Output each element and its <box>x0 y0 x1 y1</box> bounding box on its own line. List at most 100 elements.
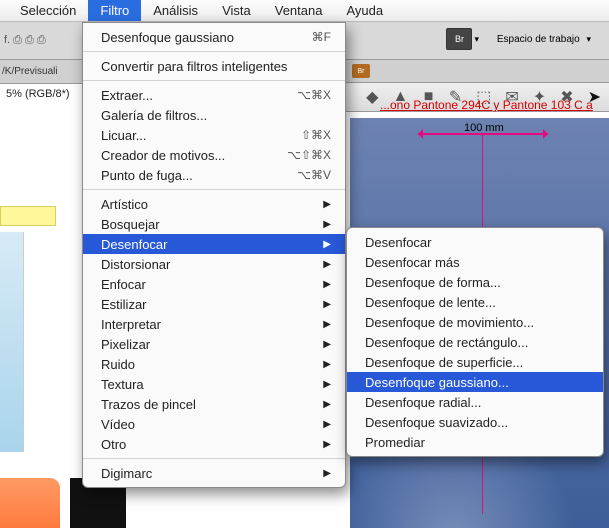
desenfocar-submenu: DesenfocarDesenfocar más Desenfoque de fo… <box>346 227 604 457</box>
submenu-item[interactable]: Desenfoque de forma... <box>347 272 603 292</box>
thumbnail <box>0 232 24 452</box>
menu-item-label: Otro <box>101 437 323 452</box>
chevron-right-icon: ▶ <box>323 199 331 210</box>
menu-item-label: Desenfoque gaussiano... <box>365 375 589 390</box>
menu-ayuda[interactable]: Ayuda <box>334 0 395 21</box>
menu-vista[interactable]: Vista <box>210 0 263 21</box>
menu-item[interactable]: Extraer... ⌥⌘X <box>83 85 345 105</box>
tool-icon[interactable]: ◆ <box>366 86 379 108</box>
menu-item-label: Desenfoque de forma... <box>365 275 589 290</box>
menu-item-label: Digimarc <box>101 466 323 481</box>
submenu-item[interactable]: Desenfoque de lente... <box>347 292 603 312</box>
filtro-menu: Desenfoque gaussiano ⌘F Convertir para f… <box>82 22 346 488</box>
menu-ventana[interactable]: Ventana <box>263 0 335 21</box>
chevron-right-icon: ▶ <box>323 399 331 410</box>
shortcut-label: ⇧⌘X <box>301 128 331 142</box>
menu-item-label: Galería de filtros... <box>101 108 331 123</box>
chevron-right-icon: ▶ <box>323 259 331 270</box>
submenu-item[interactable]: Desenfoque de superficie... <box>347 352 603 372</box>
chevron-down-icon: ▾ <box>474 34 479 45</box>
menu-item[interactable]: Otro▶ <box>83 434 345 454</box>
menu-item-label: Convertir para filtros inteligentes <box>101 59 331 74</box>
submenu-item[interactable]: Desenfocar más <box>347 252 603 272</box>
submenu-item[interactable]: Desenfoque radial... <box>347 392 603 412</box>
menu-item-label: Interpretar <box>101 317 323 332</box>
menu-item-label: Desenfocar <box>101 237 323 252</box>
chevron-right-icon: ▶ <box>323 379 331 390</box>
menu-item[interactable]: Bosquejar▶ <box>83 214 345 234</box>
menu-item-label: Ruido <box>101 357 323 372</box>
menu-item[interactable]: Pixelizar▶ <box>83 334 345 354</box>
menu-item-label: Desenfoque de lente... <box>365 295 589 310</box>
separator <box>83 458 345 459</box>
bridge-icon: Br <box>446 28 472 50</box>
workspace-switcher[interactable]: Espacio de trabajo ▾ <box>497 34 591 45</box>
menu-item-label: Trazos de pincel <box>101 397 323 412</box>
menu-item-label: Estilizar <box>101 297 323 312</box>
menu-item[interactable]: Distorsionar▶ <box>83 254 345 274</box>
menu-item-label: Licuar... <box>101 128 289 143</box>
mini-bridge-icon[interactable]: Br <box>352 64 370 78</box>
menu-item-label: Pixelizar <box>101 337 323 352</box>
shortcut-label: ⌘F <box>312 30 331 44</box>
menu-item[interactable]: Interpretar▶ <box>83 314 345 334</box>
menu-item-label: Promediar <box>365 435 589 450</box>
submenu-item[interactable]: Promediar <box>347 432 603 452</box>
document-info: 5% (RGB/8*) <box>0 84 76 104</box>
chevron-right-icon: ▶ <box>323 239 331 250</box>
chevron-down-icon: ▾ <box>586 34 591 44</box>
chevron-right-icon: ▶ <box>323 419 331 430</box>
menu-item-label: Desenfoque gaussiano <box>101 30 300 45</box>
menu-item[interactable]: Artístico▶ <box>83 194 345 214</box>
menu-item[interactable]: Enfocar▶ <box>83 274 345 294</box>
shortcut-label: ⌥⌘X <box>297 88 331 102</box>
separator <box>83 189 345 190</box>
menu-item[interactable]: Vídeo▶ <box>83 414 345 434</box>
shortcut-label: ⌥⇧⌘X <box>287 148 331 162</box>
chevron-right-icon: ▶ <box>323 279 331 290</box>
submenu-item[interactable]: Desenfocar <box>347 232 603 252</box>
menu-item-digimarc[interactable]: Digimarc ▶ <box>83 463 345 483</box>
menu-item-label: Creador de motivos... <box>101 148 275 163</box>
menu-analisis[interactable]: Análisis <box>141 0 210 21</box>
menu-item[interactable]: Punto de fuga... ⌥⌘V <box>83 165 345 185</box>
menu-item-label: Extraer... <box>101 88 285 103</box>
menu-item-label: Desenfoque radial... <box>365 395 589 410</box>
menu-item[interactable]: Galería de filtros... <box>83 105 345 125</box>
menu-item[interactable]: Ruido▶ <box>83 354 345 374</box>
chevron-right-icon: ▶ <box>323 439 331 450</box>
menu-item-label: Vídeo <box>101 417 323 432</box>
chevron-right-icon: ▶ <box>323 339 331 350</box>
menu-item[interactable]: Licuar... ⇧⌘X <box>83 125 345 145</box>
thumbnail <box>0 478 60 528</box>
submenu-item[interactable]: Desenfoque suavizado... <box>347 412 603 432</box>
menu-item-label: Distorsionar <box>101 257 323 272</box>
menu-item[interactable]: Trazos de pincel▶ <box>83 394 345 414</box>
menu-item-label: Artístico <box>101 197 323 212</box>
left-panel: x <box>0 120 80 528</box>
bridge-button[interactable]: Br ▾ <box>446 28 479 50</box>
menu-item[interactable]: Estilizar▶ <box>83 294 345 314</box>
separator <box>83 80 345 81</box>
menu-item[interactable]: Creador de motivos... ⌥⇧⌘X <box>83 145 345 165</box>
submenu-item[interactable]: Desenfoque de rectángulo... <box>347 332 603 352</box>
chevron-right-icon: ▶ <box>323 299 331 310</box>
menu-item-convert[interactable]: Convertir para filtros inteligentes <box>83 56 345 76</box>
menu-item[interactable]: Desenfocar▶ <box>83 234 345 254</box>
chevron-right-icon: ▶ <box>323 319 331 330</box>
menu-item-label: Desenfoque de movimiento... <box>365 315 589 330</box>
menu-item-last-filter[interactable]: Desenfoque gaussiano ⌘F <box>83 27 345 47</box>
menu-item-label: Desenfoque suavizado... <box>365 415 589 430</box>
menu-filtro[interactable]: Filtro <box>88 0 141 21</box>
submenu-item[interactable]: Desenfoque de movimiento... <box>347 312 603 332</box>
menu-item-label: Enfocar <box>101 277 323 292</box>
chevron-right-icon: ▶ <box>323 359 331 370</box>
shortcut-label: ⌥⌘V <box>297 168 331 182</box>
note-icon <box>0 206 56 226</box>
menu-seleccion[interactable]: Selección <box>8 0 88 21</box>
menu-item-label: Textura <box>101 377 323 392</box>
document-tab[interactable]: /K/Previsuali <box>2 66 58 77</box>
submenu-item[interactable]: Desenfoque gaussiano... <box>347 372 603 392</box>
menu-item-label: Punto de fuga... <box>101 168 285 183</box>
menu-item[interactable]: Textura▶ <box>83 374 345 394</box>
